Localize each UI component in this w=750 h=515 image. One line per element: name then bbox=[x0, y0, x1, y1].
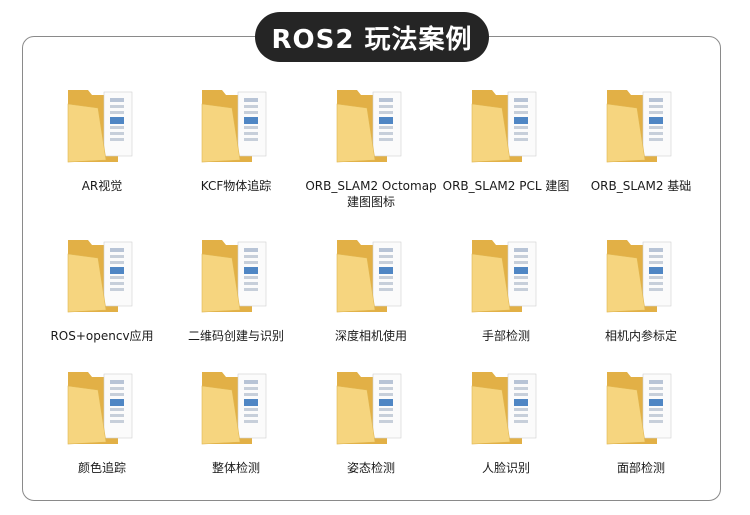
folder-item[interactable]: ORB_SLAM2 PCL 建图 bbox=[436, 84, 576, 194]
folder-label: 二维码创建与识别 bbox=[187, 329, 284, 343]
folder-item[interactable]: ORB_SLAM2 基础 bbox=[571, 84, 711, 194]
folder-item[interactable]: 人脸识别 bbox=[436, 366, 576, 476]
folder-icon bbox=[471, 90, 537, 163]
folder-icon bbox=[606, 240, 672, 313]
folder-label: 整体检测 bbox=[211, 461, 260, 475]
folder-label: 姿态检测 bbox=[346, 461, 395, 475]
folder-icon bbox=[471, 372, 537, 445]
folder-label: KCF物体追踪 bbox=[200, 179, 272, 193]
folder-item[interactable]: 颜色追踪 bbox=[32, 366, 172, 476]
folder-icon bbox=[201, 90, 267, 163]
folder-item[interactable]: 深度相机使用 bbox=[301, 234, 441, 344]
folder-label: ORB_SLAM2 Octomap建图图标 bbox=[305, 179, 437, 209]
folder-label: 相机内参标定 bbox=[604, 329, 677, 343]
folder-item[interactable]: 相机内参标定 bbox=[571, 234, 711, 344]
folder-label: ROS+opencv应用 bbox=[50, 329, 154, 343]
folder-icon bbox=[336, 90, 402, 163]
folder-item[interactable]: 姿态检测 bbox=[301, 366, 441, 476]
folder-label: AR视觉 bbox=[81, 179, 123, 193]
folder-icon bbox=[336, 240, 402, 313]
folder-label: 深度相机使用 bbox=[334, 329, 407, 343]
folder-item[interactable]: 二维码创建与识别 bbox=[166, 234, 306, 344]
folder-item[interactable]: 手部检测 bbox=[436, 234, 576, 344]
folder-icon bbox=[67, 372, 133, 445]
folder-icon bbox=[201, 240, 267, 313]
folder-item[interactable]: 面部检测 bbox=[571, 366, 711, 476]
folder-item[interactable]: 整体检测 bbox=[166, 366, 306, 476]
folder-item[interactable]: AR视觉 bbox=[32, 84, 172, 194]
folder-label: 面部检测 bbox=[616, 461, 665, 475]
folder-icon bbox=[67, 240, 133, 313]
folder-label: ORB_SLAM2 基础 bbox=[590, 179, 692, 193]
folder-icon bbox=[336, 372, 402, 445]
folder-label: 人脸识别 bbox=[481, 461, 530, 475]
folder-label: 颜色追踪 bbox=[77, 461, 126, 475]
folder-label: ORB_SLAM2 PCL 建图 bbox=[442, 179, 570, 193]
folder-icon bbox=[67, 90, 133, 163]
folder-item[interactable]: ORB_SLAM2 Octomap建图图标 bbox=[301, 84, 441, 210]
folder-item[interactable]: KCF物体追踪 bbox=[166, 84, 306, 194]
folder-icon bbox=[201, 372, 267, 445]
folder-grid: AR视觉 KCF物体追踪 ORB_SLAM2 Octomap建图图标 ORB_S… bbox=[0, 0, 750, 515]
folder-item[interactable]: ROS+opencv应用 bbox=[32, 234, 172, 344]
folder-icon bbox=[606, 90, 672, 163]
folder-icon bbox=[471, 240, 537, 313]
folder-icon bbox=[606, 372, 672, 445]
folder-label: 手部检测 bbox=[481, 329, 530, 343]
